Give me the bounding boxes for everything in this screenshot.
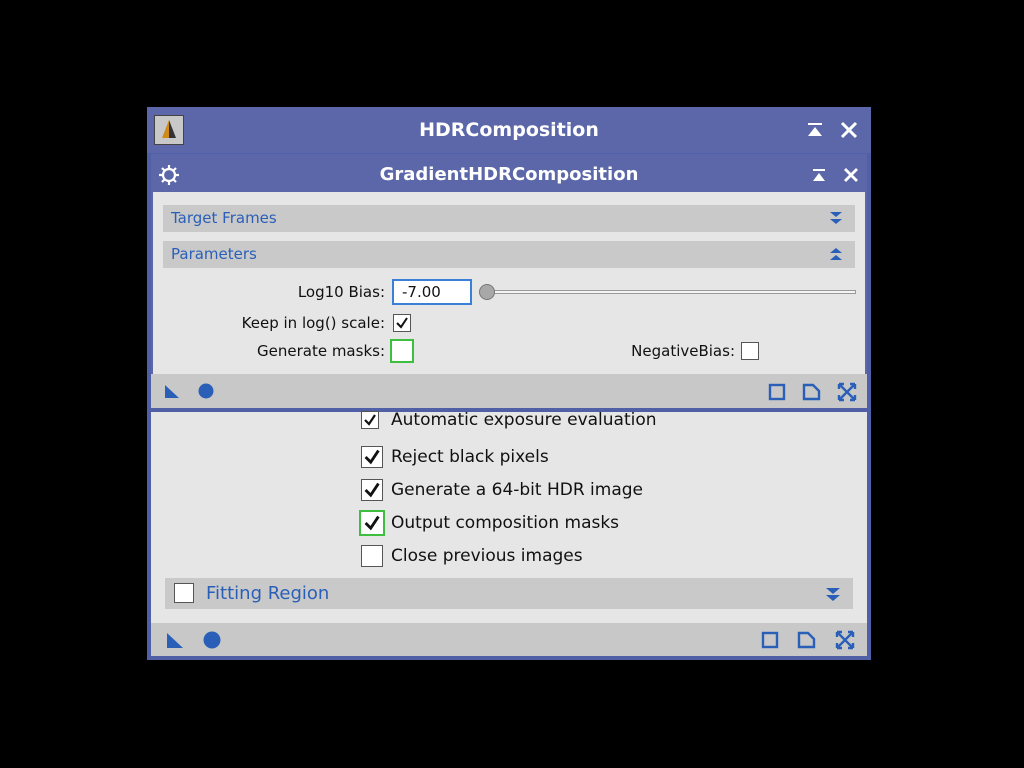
- generate-masks-checkbox[interactable]: [390, 339, 414, 363]
- output-masks-checkbox[interactable]: [359, 510, 385, 536]
- option-close-previous[interactable]: Close previous images: [357, 542, 757, 567]
- generate-masks-label: Generate masks:: [257, 342, 385, 360]
- negative-bias-checkbox[interactable]: [741, 342, 759, 360]
- hdr-window-title: HDRComposition: [419, 119, 599, 141]
- hdr-titlebar[interactable]: HDRComposition: [147, 107, 871, 153]
- reject-black-checkbox[interactable]: [361, 446, 383, 468]
- browse-docs-icon[interactable]: [761, 631, 779, 649]
- new-instance-icon[interactable]: [165, 630, 185, 650]
- expand-section-icon[interactable]: [824, 585, 842, 603]
- parameters-label: Parameters: [171, 245, 257, 263]
- hdr-bottom-toolbar: [151, 623, 867, 656]
- grad-window-title: GradientHDRComposition: [379, 164, 639, 185]
- fitting-region-section[interactable]: Fitting Region: [165, 578, 853, 609]
- negative-bias-label: NegativeBias:: [631, 342, 735, 360]
- reset-icon[interactable]: [836, 381, 858, 403]
- grad-body: Target Frames Parameters Log10 Bias: -7.…: [151, 192, 867, 408]
- automatic-exposure-checkbox[interactable]: [361, 411, 379, 429]
- slider-thumb[interactable]: [479, 284, 495, 300]
- option-64bit[interactable]: Generate a 64-bit HDR image: [357, 476, 757, 501]
- generate-64bit-checkbox[interactable]: [361, 479, 383, 501]
- fitting-region-label: Fitting Region: [206, 583, 330, 604]
- log10-bias-label: Log10 Bias:: [297, 283, 385, 301]
- grad-bottom-toolbar: [151, 374, 867, 408]
- apply-global-icon[interactable]: [197, 382, 215, 400]
- edit-instance-icon[interactable]: [802, 383, 822, 401]
- browse-docs-icon[interactable]: [768, 383, 786, 401]
- edit-instance-icon[interactable]: [797, 631, 817, 649]
- new-instance-icon[interactable]: [163, 382, 181, 400]
- gradient-hdr-window: GradientHDRComposition Target Frames Par…: [151, 154, 867, 408]
- hdr-options-list: Automatic exposure evaluation Reject bla…: [357, 410, 757, 572]
- apply-global-icon[interactable]: [202, 630, 222, 650]
- hdr-body: Automatic exposure evaluation Reject bla…: [151, 410, 867, 656]
- collapse-section-icon[interactable]: [828, 246, 844, 262]
- close-window-icon[interactable]: [839, 120, 859, 140]
- fitting-region-checkbox[interactable]: [174, 583, 194, 603]
- parameters-section[interactable]: Parameters: [163, 241, 855, 268]
- grad-titlebar[interactable]: GradientHDRComposition: [151, 154, 867, 194]
- slider-track: [485, 290, 856, 294]
- log10-bias-slider[interactable]: [479, 284, 856, 300]
- keep-log-scale-checkbox[interactable]: [393, 314, 411, 332]
- option-output-masks[interactable]: Output composition masks: [357, 509, 757, 536]
- shade-window-icon[interactable]: [810, 166, 828, 184]
- expand-section-icon[interactable]: [828, 210, 844, 226]
- close-previous-checkbox[interactable]: [361, 545, 383, 567]
- keep-log-scale-label: Keep in log() scale:: [241, 314, 385, 332]
- target-frames-section[interactable]: Target Frames: [163, 205, 855, 232]
- log10-bias-input[interactable]: -7.00: [392, 279, 472, 305]
- option-automatic-exposure[interactable]: Automatic exposure evaluation: [357, 410, 757, 434]
- option-reject-black[interactable]: Reject black pixels: [357, 443, 757, 468]
- target-frames-label: Target Frames: [171, 209, 277, 227]
- close-window-icon[interactable]: [842, 166, 860, 184]
- reset-icon[interactable]: [834, 629, 856, 651]
- shade-window-icon[interactable]: [805, 120, 825, 140]
